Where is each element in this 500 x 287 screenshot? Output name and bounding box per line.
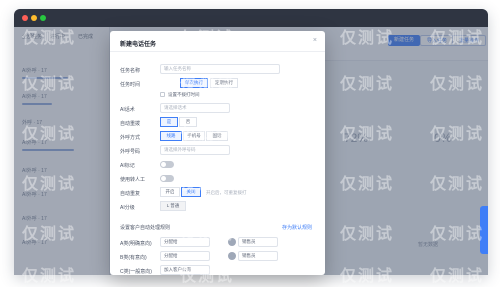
- rule-b-assignee[interactable]: 销售员: [238, 251, 278, 261]
- dialog-title: 新建电话任务: [120, 42, 157, 48]
- ai-level-select[interactable]: L 普通: [160, 201, 186, 211]
- ai-agent-label: AI话术: [120, 107, 135, 113]
- watermark: 仅测试: [430, 226, 485, 243]
- save-default-rule-link[interactable]: 存为默认规则: [282, 224, 312, 231]
- ai-tag-label: AI标记: [120, 163, 135, 169]
- watermark: 仅测试: [430, 176, 485, 193]
- divider: [110, 51, 325, 52]
- close-icon[interactable]: ×: [313, 37, 317, 44]
- watermark: 仅测试: [340, 176, 395, 193]
- transfer-label: 使用转人工: [120, 177, 146, 183]
- caller-number-label: 外呼号码: [120, 149, 141, 155]
- watermark: 仅测试: [180, 176, 235, 193]
- watermark: 仅测试: [22, 176, 77, 193]
- ai-agent-select[interactable]: 请选择话术: [160, 103, 230, 113]
- avatar: [228, 252, 236, 260]
- watermark: 仅测试: [180, 126, 235, 143]
- watermark: 仅测试: [180, 30, 235, 47]
- redial-label: 自动重拨: [120, 121, 141, 127]
- watermark: 仅测试: [340, 76, 395, 93]
- rule-b-select[interactable]: 分配给: [160, 251, 210, 261]
- call-mode-label: 外呼方式: [120, 135, 141, 141]
- task-name-label: 任务名称: [120, 68, 141, 74]
- watermark: 仅测试: [340, 268, 395, 285]
- watermark: 仅测试: [340, 126, 395, 143]
- ai-level-label: AI分级: [120, 205, 135, 211]
- watermark: 仅测试: [340, 226, 395, 243]
- watermark: 仅测试: [22, 76, 77, 93]
- maximize-window-dot[interactable]: [40, 15, 46, 21]
- watermark: 仅测试: [22, 30, 77, 47]
- watermark: 仅测试: [180, 76, 235, 93]
- transfer-toggle[interactable]: [160, 175, 174, 182]
- watermark: 仅测试: [180, 226, 235, 243]
- watermark: 仅测试: [430, 76, 485, 93]
- close-window-dot[interactable]: [22, 15, 28, 21]
- watermark: 仅测试: [430, 268, 485, 285]
- redial-yes[interactable]: 是: [160, 117, 178, 127]
- rule-a-assignee[interactable]: 销售员: [238, 237, 278, 247]
- rule-b-label: B类(有意向): [120, 255, 147, 261]
- watermark: 仅测试: [340, 30, 395, 47]
- watermark: 仅测试: [22, 268, 77, 285]
- ai-tag-toggle[interactable]: [160, 161, 174, 168]
- watermark: 仅测试: [430, 126, 485, 143]
- watermark: 仅测试: [22, 126, 77, 143]
- repeat-label: 自动重复: [120, 191, 141, 197]
- call-mode-line[interactable]: 线路: [160, 131, 182, 141]
- task-time-label: 任务时间: [120, 82, 141, 88]
- caller-number-select[interactable]: 请选择外呼号码: [160, 145, 230, 155]
- no-time-limit-checkbox[interactable]: [160, 92, 165, 97]
- title-bar: [14, 9, 488, 27]
- watermark: 仅测试: [22, 226, 77, 243]
- rule-a-label: A类(明确意向): [120, 241, 152, 247]
- watermark: 仅测试: [430, 30, 485, 47]
- rule-c-label: C类(一般意向): [120, 269, 152, 275]
- minimize-window-dot[interactable]: [31, 15, 37, 21]
- repeat-on[interactable]: 开启: [160, 187, 180, 197]
- watermark: 仅测试: [180, 268, 235, 285]
- customer-rule-label: 设置客户自动处理规则: [120, 225, 171, 231]
